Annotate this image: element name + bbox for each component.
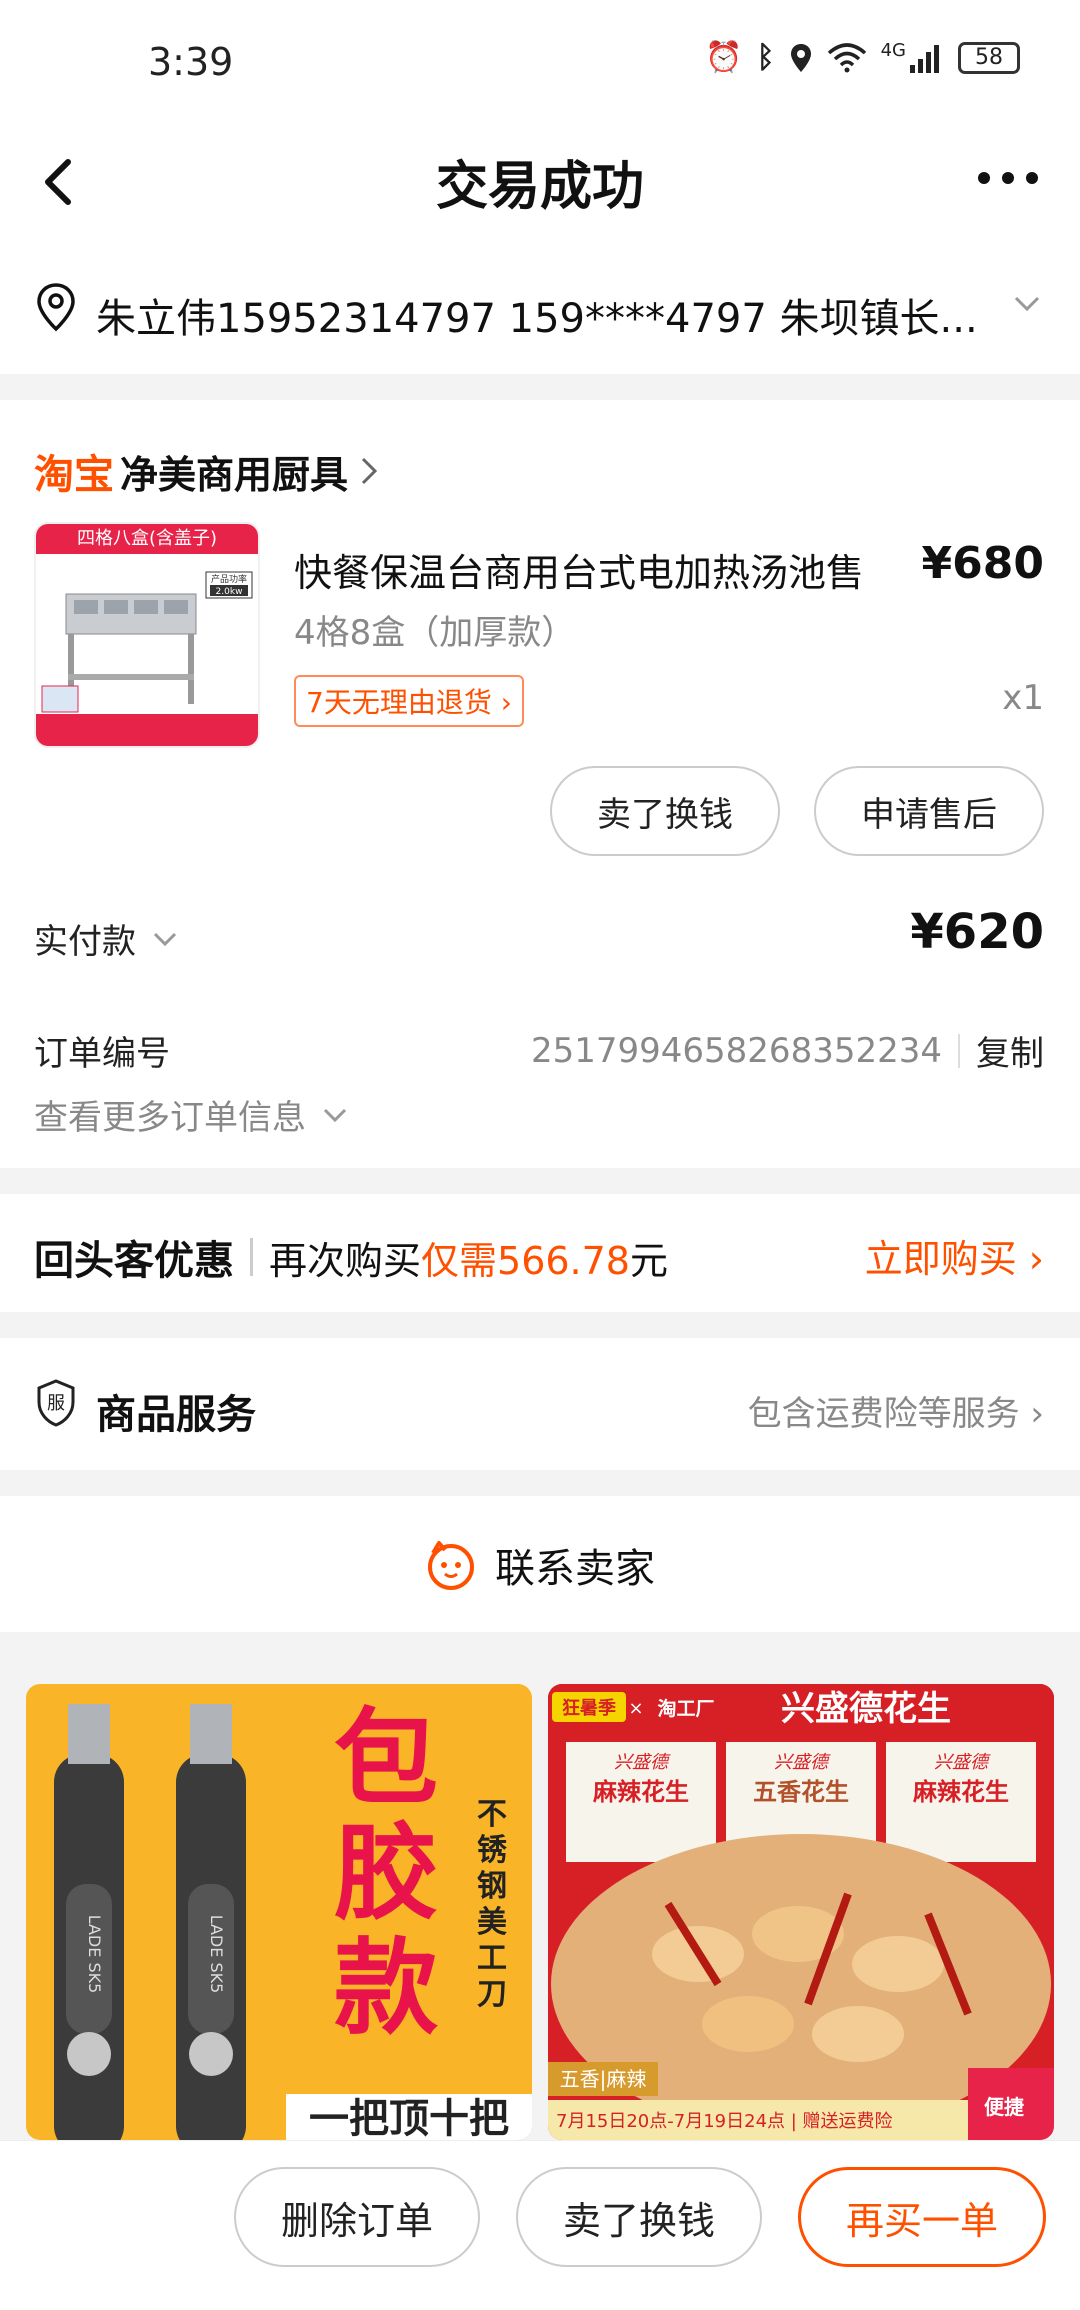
product-image-badge: 产品功率 xyxy=(211,573,247,585)
network-label: 4G xyxy=(880,40,906,61)
ad-big-char: 包 xyxy=(334,1697,438,1819)
knife-blade-text: LADE SK5 xyxy=(207,1915,226,1994)
delete-order-button[interactable]: 删除订单 xyxy=(234,2167,480,2267)
battery-level: 58 xyxy=(975,45,1003,70)
seller-chat-icon xyxy=(428,1541,474,1590)
product-image[interactable]: 四格八盒(含盖子) 产品功率 2.0kw xyxy=(34,522,260,748)
promo-text: 回头客优惠 再次购买 仅需566.78 元 xyxy=(34,1228,668,1286)
ad-side-char: 钢 xyxy=(477,1869,507,1904)
promo-suffix: 元 xyxy=(629,1238,668,1283)
divider xyxy=(250,1238,253,1276)
order-number-row: 2517994658268352234 复制 xyxy=(531,1026,1044,1075)
product-price: ¥680 xyxy=(921,538,1044,589)
utility-knife-ad-image: LADE SK5 LADE SK5 包 胶 款 不 锈 钢 美 工 刀 一把顶十… xyxy=(54,1697,532,2140)
contact-seller-button[interactable]: 联系卖家 xyxy=(0,1536,1080,1594)
ad-corner-text: 便捷 xyxy=(984,2095,1025,2119)
peanut-snack-ad-image: 狂暑季 × 淘工厂 兴盛德花生 兴盛德 麻辣花生 兴盛德 五香花生 兴盛德 麻辣… xyxy=(548,1684,1054,2140)
product-image-badge-value: 2.0kw xyxy=(216,587,243,597)
pack-flavor: 麻辣花生 xyxy=(592,1778,689,1806)
contact-seller-row[interactable]: 联系卖家 xyxy=(0,1496,1080,1632)
product-spec: 4格8盒（加厚款） xyxy=(294,613,576,653)
wifi-icon xyxy=(827,42,866,72)
ad-big-char: 款 xyxy=(334,1927,438,2049)
recommended-product-card[interactable]: 狂暑季 × 淘工厂 兴盛德花生 兴盛德 麻辣花生 兴盛德 五香花生 兴盛德 麻辣… xyxy=(548,1684,1054,2140)
recommended-product-card[interactable]: LADE SK5 LADE SK5 包 胶 款 不 锈 钢 美 工 刀 一把顶十… xyxy=(26,1684,532,2140)
pack-brand: 兴盛德 xyxy=(774,1752,831,1773)
pack-brand: 兴盛德 xyxy=(614,1752,671,1773)
address-bar[interactable]: 朱立伟15952314797 159****4797 朱坝镇长... xyxy=(0,240,1080,374)
page-title: 交易成功 xyxy=(435,157,644,217)
return-policy-tag[interactable]: 7天无理由退货 › xyxy=(294,675,524,727)
paid-amount: ¥620 xyxy=(910,904,1044,960)
ad-tag-factory: 淘工厂 xyxy=(657,1697,714,1720)
cross-mark: × xyxy=(628,1698,643,1719)
address-text: 朱立伟15952314797 159****4797 朱坝镇长... xyxy=(96,296,978,342)
ad-big-char: 胶 xyxy=(334,1812,438,1934)
service-description: 包含运费险等服务 › xyxy=(747,1394,1044,1434)
promo-price: 仅需566.78 xyxy=(421,1238,630,1283)
bottom-action-bar: 删除订单 卖了换钱 再买一单 xyxy=(0,2140,1080,2310)
status-icons: ⏰ ᛒ 4G 58 xyxy=(705,40,1020,75)
ad-side-char: 美 xyxy=(477,1905,507,1940)
product-image-header: 四格八盒(含盖子) xyxy=(36,524,258,554)
chevron-down-icon xyxy=(153,932,177,946)
taobao-logo: 淘宝 xyxy=(34,452,114,498)
order-card: 淘宝 净美商用厨具 四格八盒(含盖子) 产品功率 2.0kw 快餐保温台商用台式… xyxy=(0,400,1080,1168)
contact-seller-label: 联系卖家 xyxy=(495,1546,655,1592)
sell-for-cash-button[interactable]: 卖了换钱 xyxy=(550,766,780,856)
paid-label-row[interactable]: 实付款 xyxy=(34,914,180,963)
signal-icon xyxy=(910,44,939,73)
promo-title: 回头客优惠 xyxy=(34,1238,234,1284)
shield-icon: 服 xyxy=(37,1379,75,1427)
ad-footer: 7月15日20点-7月19日24点 | 赠送运费险 xyxy=(556,2111,893,2132)
service-title: 商品服务 xyxy=(96,1392,256,1438)
more-order-info-label: 查看更多订单信息 xyxy=(34,1098,306,1138)
ad-bottom-text: 一把顶十把 xyxy=(309,2096,509,2140)
returning-customer-promo: 回头客优惠 再次购买 仅需566.78 元 立即购买 › xyxy=(0,1194,1080,1312)
service-icon-text: 服 xyxy=(47,1393,65,1414)
battery-icon: 58 xyxy=(958,41,1020,74)
paid-label: 实付款 xyxy=(34,922,136,962)
ad-brand-title: 兴盛德花生 xyxy=(781,1689,951,1729)
ad-side-char: 刀 xyxy=(477,1977,507,2012)
ad-side-char: 不 xyxy=(477,1797,507,1832)
flavor-badge: 五香|麻辣 xyxy=(560,2067,647,2091)
buy-now-link[interactable]: 立即购买 › xyxy=(865,1228,1044,1283)
promo-prefix: 再次购买 xyxy=(269,1238,422,1283)
status-time: 3:39 xyxy=(148,40,234,84)
chevron-down-icon[interactable] xyxy=(1010,286,1044,320)
more-order-info[interactable]: 查看更多订单信息 xyxy=(34,1090,350,1139)
ad-tag-summer: 狂暑季 xyxy=(562,1698,616,1719)
order-number-label: 订单编号 xyxy=(34,1034,170,1074)
product-title[interactable]: 快餐保温台商用台式电加热汤池售 xyxy=(294,542,864,597)
alarm-icon: ⏰ xyxy=(705,40,743,75)
chevron-right-icon xyxy=(361,457,378,485)
steam-table-illustration: 产品功率 2.0kw xyxy=(36,571,258,746)
pack-flavor: 五香花生 xyxy=(753,1778,849,1806)
ad-side-char: 工 xyxy=(477,1941,507,1976)
location-pin-icon xyxy=(37,283,75,332)
shop-name[interactable]: 净美商用厨具 xyxy=(120,444,348,499)
pack-flavor: 麻辣花生 xyxy=(912,1778,1009,1806)
nav-bar: 交易成功 xyxy=(0,120,1080,240)
copy-button[interactable]: 复制 xyxy=(976,1026,1044,1075)
pack-brand: 兴盛德 xyxy=(934,1752,991,1773)
divider xyxy=(958,1033,960,1068)
order-number: 2517994658268352234 xyxy=(530,1030,942,1071)
location-icon xyxy=(790,43,811,72)
buy-again-button[interactable]: 再买一单 xyxy=(798,2167,1046,2267)
product-quantity: x1 xyxy=(1002,678,1044,718)
ad-side-char: 锈 xyxy=(477,1833,507,1868)
after-sales-button[interactable]: 申请售后 xyxy=(814,766,1044,856)
more-icon[interactable] xyxy=(976,138,1040,218)
bluetooth-icon: ᛒ xyxy=(756,40,775,75)
knife-blade-text: LADE SK5 xyxy=(85,1915,104,1994)
chevron-down-icon xyxy=(323,1108,347,1122)
shop-row[interactable]: 淘宝 净美商用厨具 xyxy=(34,442,380,500)
sell-for-cash-button[interactable]: 卖了换钱 xyxy=(516,2167,762,2267)
status-bar: 3:39 ⏰ ᛒ 4G 58 xyxy=(0,0,1080,120)
product-service-row[interactable]: 服 商品服务 包含运费险等服务 › xyxy=(0,1338,1080,1470)
